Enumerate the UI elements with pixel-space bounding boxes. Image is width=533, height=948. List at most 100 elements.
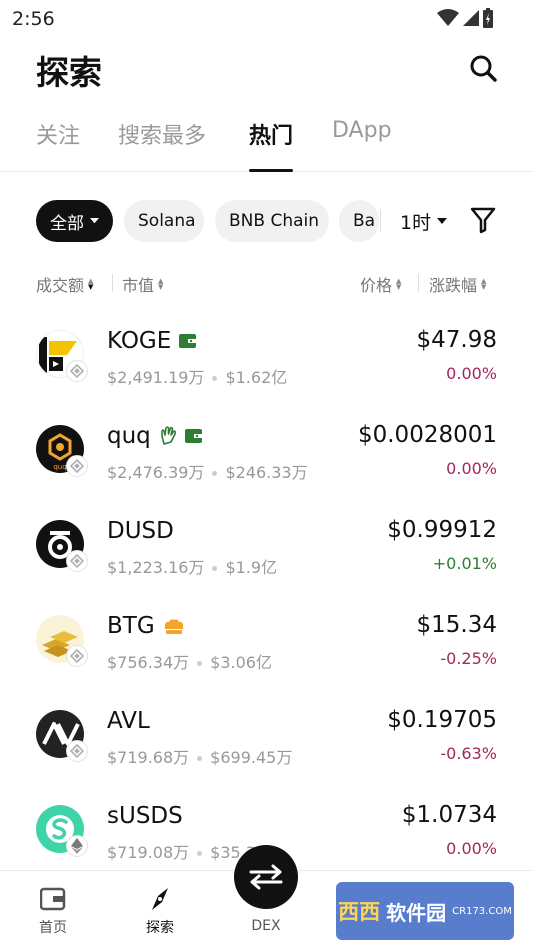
timeframe-selector[interactable]: 1时 (400, 208, 448, 235)
header: 探索 (0, 42, 533, 98)
dex-swap-button[interactable] (234, 845, 298, 909)
timeframe-label: 1时 (400, 212, 432, 234)
compass-icon (120, 885, 200, 913)
watermark-tag: 软件园 (386, 900, 447, 925)
token-row[interactable]: AVL $719.68万 $699.45万 $0.19705 -0.63% (0, 690, 533, 785)
separator-dot (212, 566, 218, 571)
token-stats: $1,223.16万 $1.9亿 (107, 554, 277, 578)
nav-home-label: 首页 (39, 920, 67, 936)
token-change: 0.00% (446, 839, 497, 858)
tab-dapp[interactable]: DApp (332, 118, 392, 172)
watermark-url: CR173.COM (452, 905, 512, 917)
nav-explore-label: 探索 (146, 920, 174, 936)
token-stats: $719.68万 $699.45万 (107, 744, 292, 768)
token-name-row: BTG (107, 613, 185, 639)
caret-down-icon (90, 218, 99, 224)
search-button[interactable] (467, 52, 499, 84)
sort-change-label: 涨跌幅 (429, 276, 478, 295)
token-price: $0.19705 (387, 707, 497, 733)
token-row[interactable]: DUSD $1,223.16万 $1.9亿 $0.99912 +0.01% (0, 500, 533, 595)
tab-most-searched[interactable]: 搜索最多 (118, 118, 206, 172)
search-icon (470, 55, 497, 82)
token-name-row: KOGE (107, 328, 197, 354)
token-price: $47.98 (416, 327, 497, 353)
token-name: KOGE (107, 328, 172, 354)
token-stats: $2,491.19万 $1.62亿 (107, 364, 287, 388)
bnb-icon (66, 740, 88, 762)
token-volume: $2,476.39万 (107, 463, 205, 482)
nav-home[interactable]: 首页 (13, 885, 93, 937)
nav-explore[interactable]: 探索 (120, 885, 200, 937)
sort-volume[interactable]: 成交额 ▲ ▼ (36, 272, 93, 296)
bnb-icon (66, 550, 88, 572)
chip-bnb-chain[interactable]: BNB Chain (215, 200, 329, 242)
chip-divider (380, 210, 381, 232)
token-mcap: $699.45万 (210, 748, 293, 767)
sort-price[interactable]: 价格 ▲ ▼ (360, 272, 401, 296)
watermark-logo: 西西 软件园 CR173.COM (336, 882, 514, 940)
tab-trending[interactable]: 热门 (249, 118, 294, 172)
hand-icon (160, 426, 176, 445)
sort-arrows-icon: ▲ ▼ (396, 277, 402, 291)
token-volume: $719.08万 (107, 843, 190, 862)
tab-bar: 关注 搜索最多 热门 DApp (0, 118, 533, 172)
token-stats: $756.34万 $3.06亿 (107, 649, 272, 673)
separator-dot (197, 851, 203, 856)
sort-arrows-icon: ▲ ▼ (158, 277, 164, 291)
sort-divider (112, 274, 113, 292)
token-row[interactable]: quq quq $2,476.39万 $246.33万 $0.0028001 0.… (0, 405, 533, 500)
svg-text:quq: quq (53, 463, 66, 471)
wallet-icon (184, 429, 202, 443)
chain-filter-row: 全部 Solana BNB Chain Ba 1时 (0, 198, 533, 246)
token-change: 0.00% (446, 459, 497, 478)
chip-solana[interactable]: Solana (124, 200, 204, 242)
token-volume: $1,223.16万 (107, 558, 205, 577)
signal-icon (463, 10, 479, 26)
separator-dot (197, 756, 203, 761)
token-name: DUSD (107, 518, 174, 544)
filter-icon (470, 207, 496, 234)
tab-following[interactable]: 关注 (36, 118, 80, 172)
separator-dot (197, 661, 203, 666)
sort-change[interactable]: 涨跌幅 ▲ ▼ (429, 272, 486, 296)
token-row[interactable]: BTG $756.34万 $3.06亿 $15.34 -0.25% (0, 595, 533, 690)
token-stats: $2,476.39万 $246.33万 (107, 459, 308, 483)
token-price: $0.99912 (387, 517, 497, 543)
token-name-row: DUSD (107, 518, 174, 544)
sort-divider (418, 274, 419, 292)
token-volume: $756.34万 (107, 653, 190, 672)
token-mcap: $246.33万 (225, 463, 308, 482)
token-stats: $719.08万 $35.3 (107, 839, 256, 863)
page-title: 探索 (36, 53, 102, 92)
token-change: -0.63% (440, 744, 497, 763)
token-mcap: $1.62亿 (225, 368, 288, 387)
token-name-row: AVL (107, 708, 150, 734)
bnb-icon (66, 645, 88, 667)
watermark-brand: 西西 (338, 900, 381, 924)
caret-down-icon (437, 218, 448, 224)
chip-all[interactable]: 全部 (36, 200, 113, 242)
token-name-row: quq (107, 423, 203, 449)
token-volume: $2,491.19万 (107, 368, 205, 387)
sort-mcap[interactable]: 市值 ▲ ▼ (122, 272, 163, 296)
token-volume: $719.68万 (107, 748, 190, 767)
status-bar: 2:56 (0, 0, 533, 36)
separator-dot (212, 471, 218, 476)
token-price: $15.34 (416, 612, 497, 638)
status-time: 2:56 (12, 8, 55, 30)
eth-icon (66, 835, 88, 857)
filter-button[interactable] (470, 206, 498, 236)
token-row[interactable]: KOGE $2,491.19万 $1.62亿 $47.98 0.00% (0, 310, 533, 405)
wallet-icon (13, 885, 93, 913)
token-mcap: $1.9亿 (225, 558, 278, 577)
nav-dex-label: DEX (251, 918, 281, 934)
sort-arrows-icon: ▲ ▼ (88, 277, 94, 291)
sort-mcap-label: 市值 (122, 276, 155, 295)
token-price: $0.0028001 (357, 422, 497, 448)
token-change: +0.01% (432, 554, 497, 573)
separator-dot (212, 376, 218, 381)
sort-price-label: 价格 (360, 276, 393, 295)
token-name: AVL (107, 708, 150, 734)
chip-base[interactable]: Ba (339, 200, 379, 242)
token-mcap: $3.06亿 (210, 653, 272, 672)
